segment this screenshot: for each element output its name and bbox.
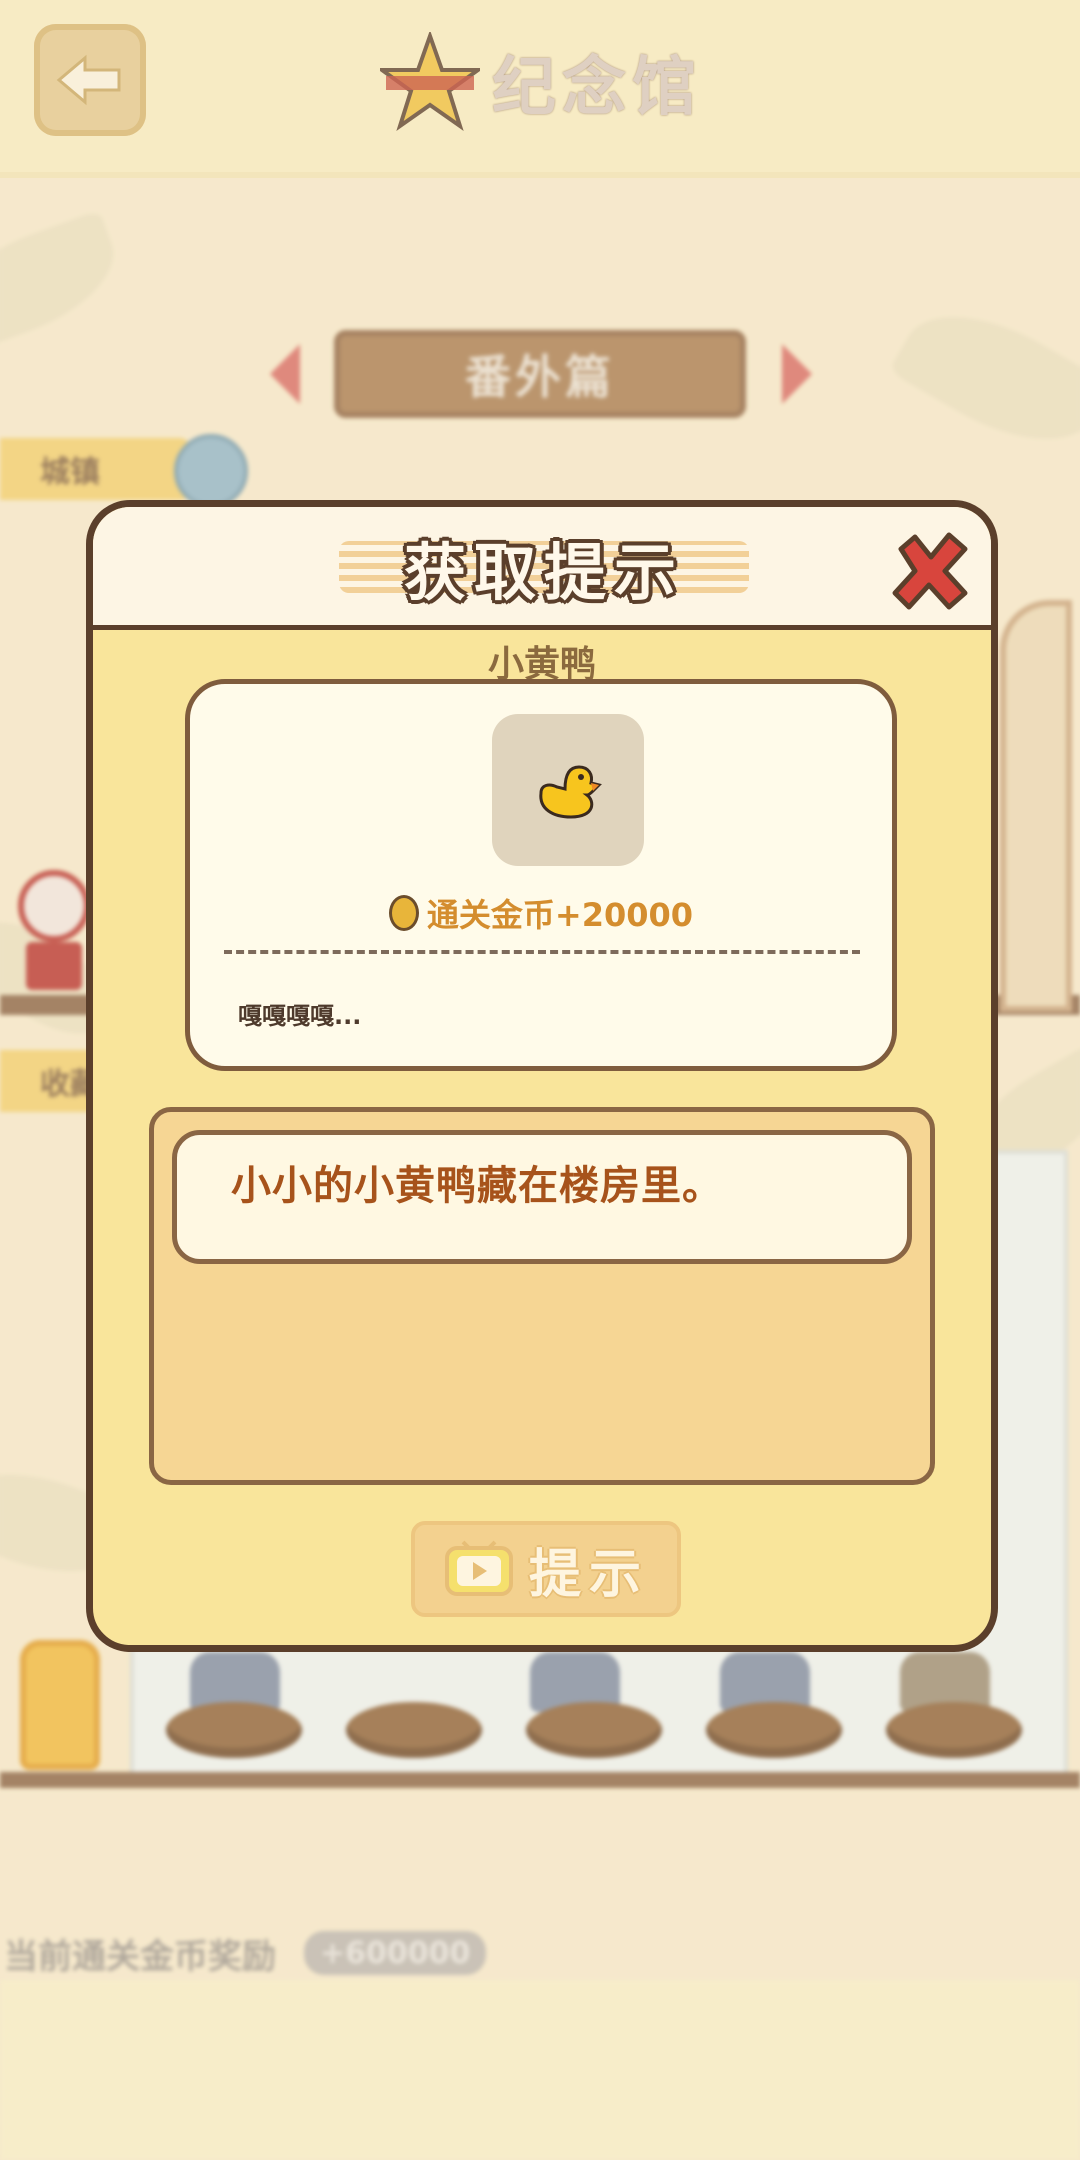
item-slot [492, 714, 644, 866]
dialog-title-wrap: 获取提示 [339, 525, 749, 609]
close-button[interactable] [887, 529, 971, 613]
hint-panel: 小小的小黄鸭藏在楼房里。 [149, 1107, 935, 1485]
reward-row: 通关金币+20000 [190, 890, 892, 936]
hint-box: 小小的小黄鸭藏在楼房里。 [172, 1130, 912, 1264]
hint-dialog: 获取提示 小黄鸭 通关金币+20000 嘎嘎嘎嘎... 小小的小黄鸭藏在楼房里。 [86, 500, 998, 1652]
gold-coin-icon [388, 895, 419, 931]
dialog-title: 获取提示 [403, 536, 684, 609]
hint-button[interactable]: 提示 [411, 1521, 681, 1617]
item-description: 嘎嘎嘎嘎... [238, 1002, 362, 1030]
hint-text: 小小的小黄鸭藏在楼房里。 [231, 1163, 723, 1209]
item-card: 通关金币+20000 嘎嘎嘎嘎... [185, 679, 897, 1071]
dialog-header: 获取提示 [93, 507, 991, 630]
rubber-duck-icon [539, 765, 602, 819]
close-icon [892, 532, 968, 610]
video-ad-icon [444, 1540, 513, 1596]
dashed-divider [224, 950, 860, 954]
reward-label: 通关金币+20000 [426, 896, 694, 934]
hint-button-label: 提示 [528, 1544, 649, 1605]
